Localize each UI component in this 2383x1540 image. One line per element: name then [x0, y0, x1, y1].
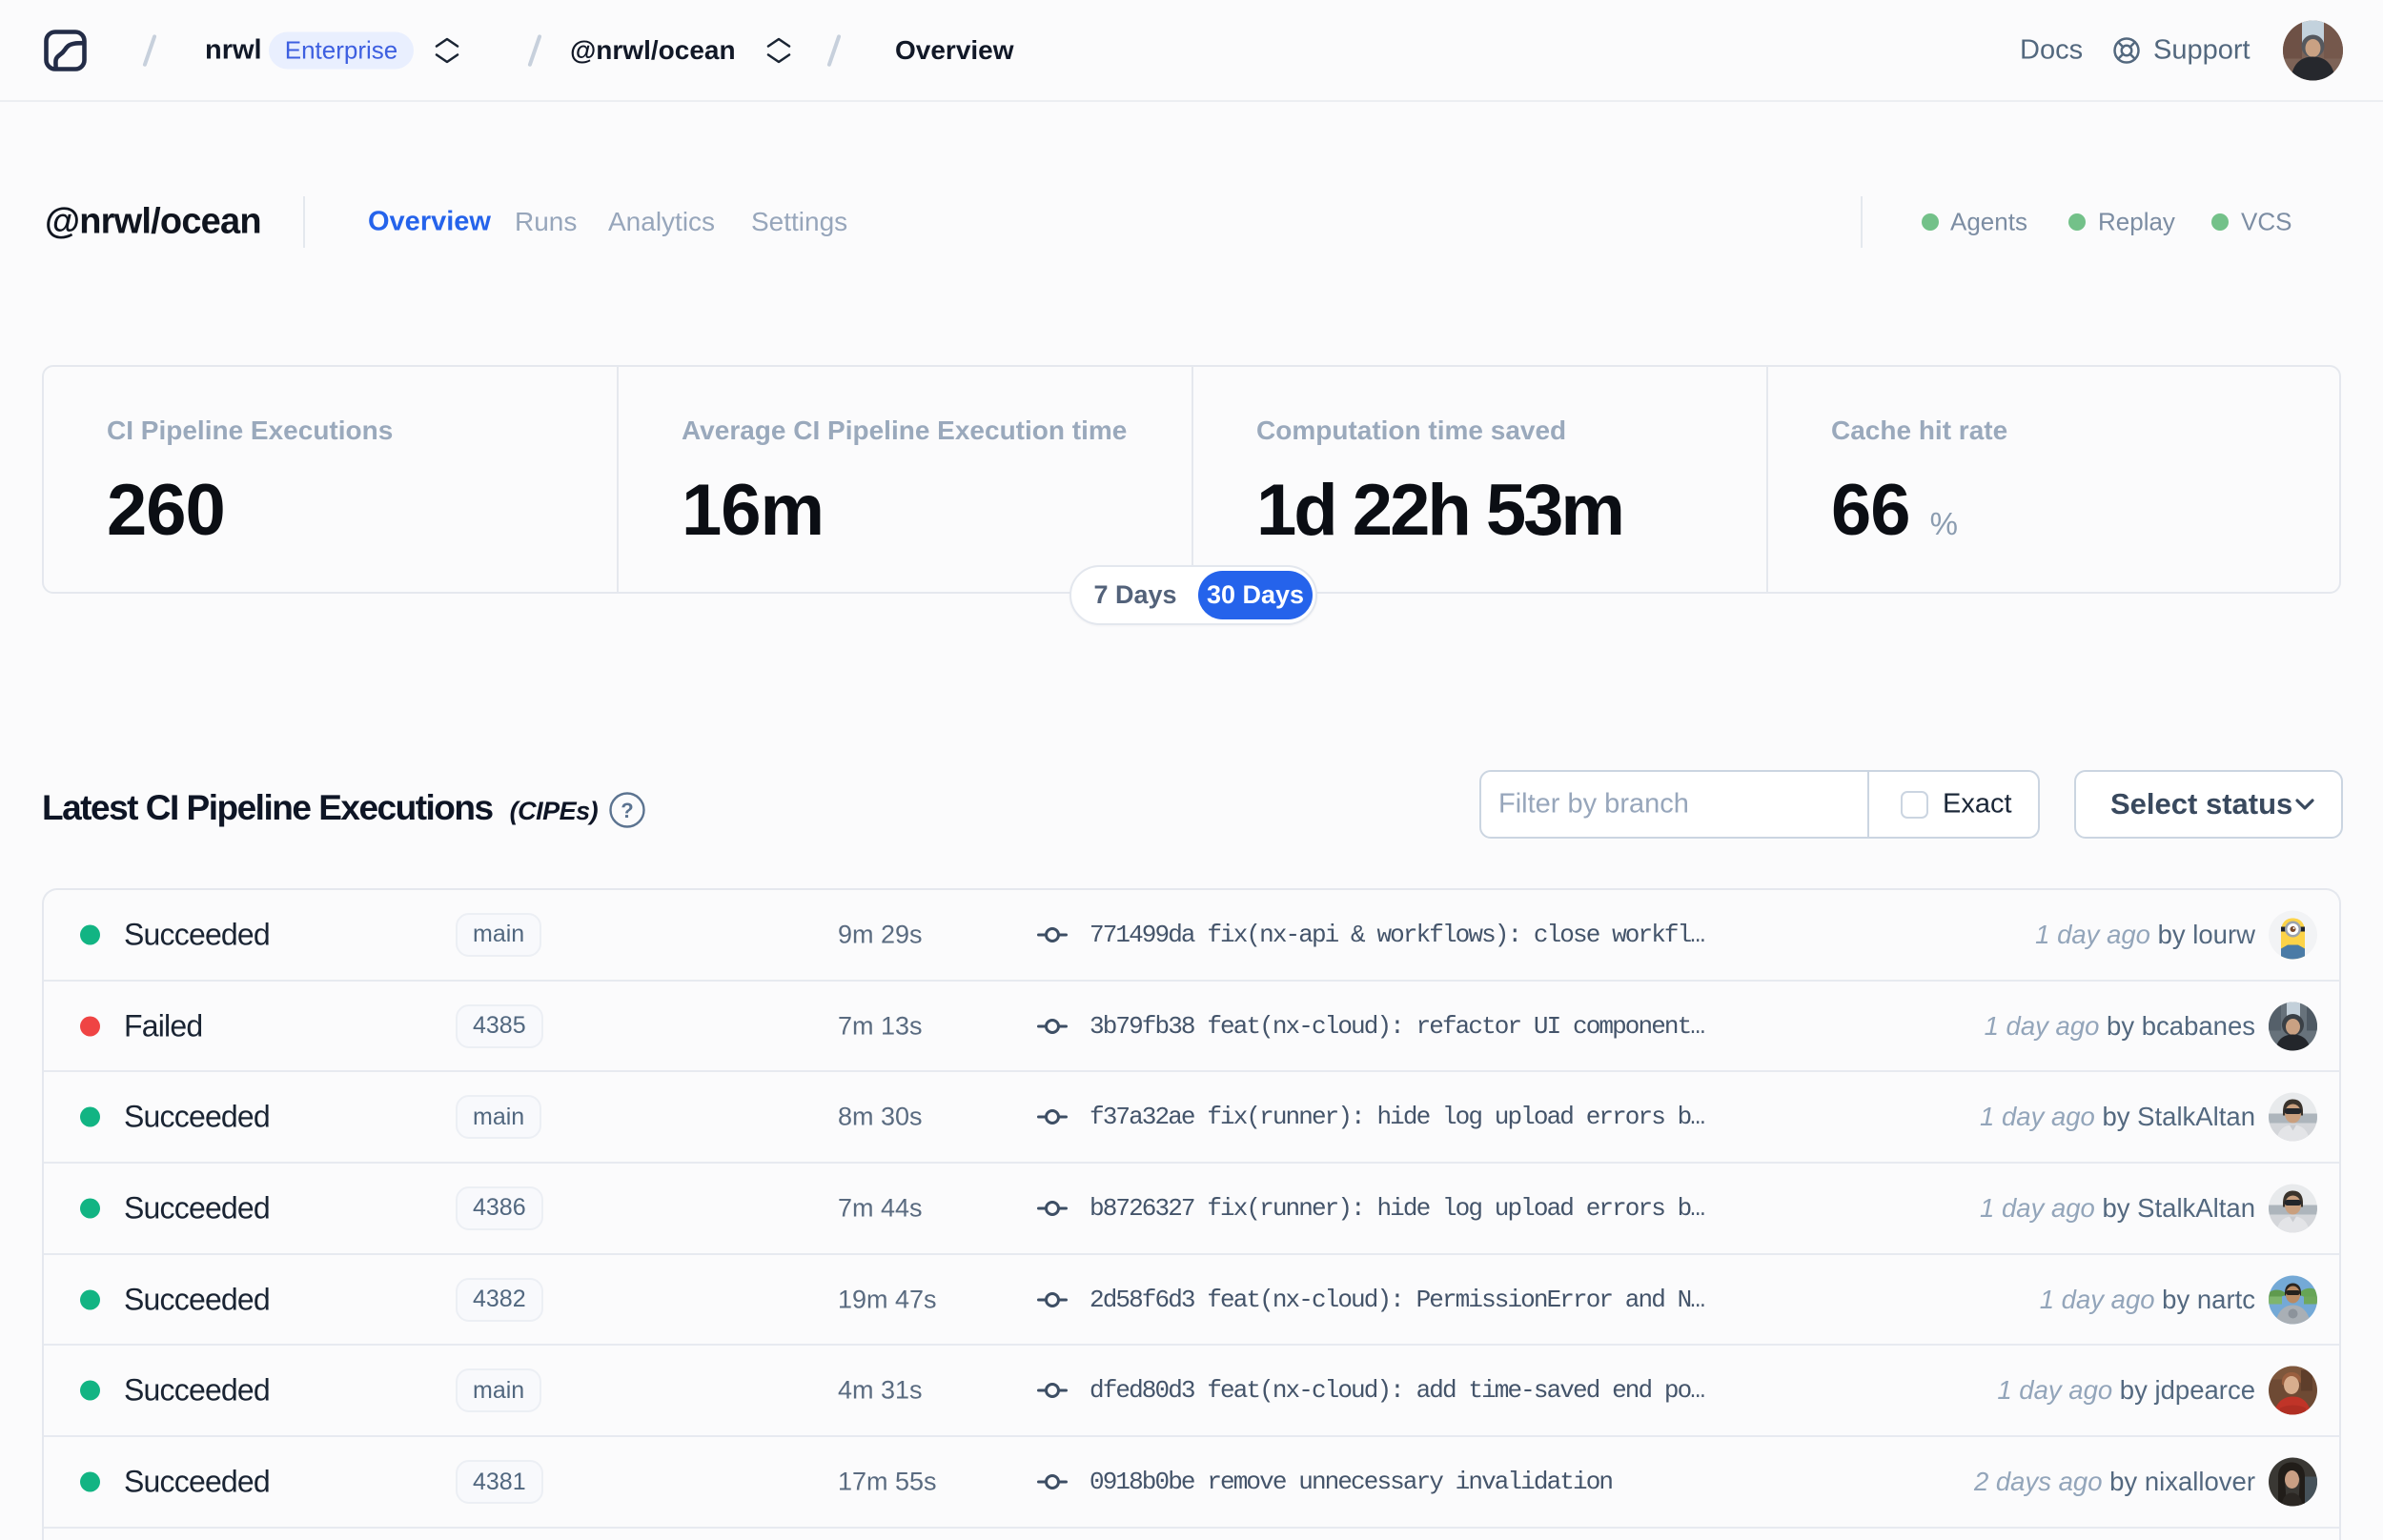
svg-text:?: ?	[621, 799, 633, 822]
